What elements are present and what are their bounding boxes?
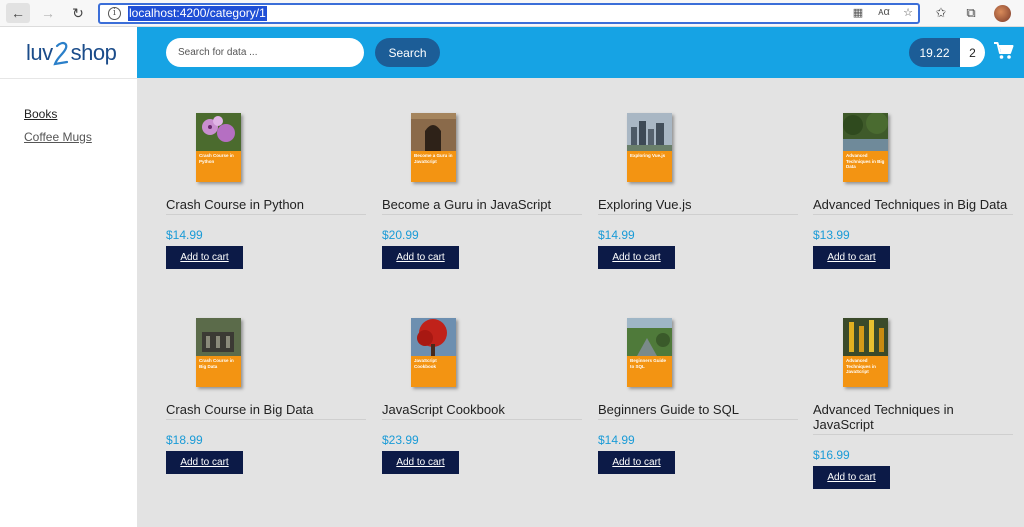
book-cover-image[interactable]: JavaScript Cookbook: [411, 318, 456, 387]
luv2shop-logo[interactable]: luv shop: [26, 38, 117, 68]
cover-title: Crash Course in Big Data: [199, 358, 234, 369]
divider: [382, 214, 582, 215]
collections-icon[interactable]: ⧉: [962, 5, 980, 21]
address-bar[interactable]: i localhost:4200/category/1 ▦ ᴀα ☆: [98, 3, 920, 24]
info-icon[interactable]: i: [108, 7, 121, 20]
add-favorite-icon[interactable]: ☆: [900, 6, 916, 19]
product-name[interactable]: Crash Course in Big Data: [166, 402, 366, 417]
add-to-cart-button[interactable]: Add to cart: [382, 451, 459, 474]
cover-title: Exploring Vue.js: [630, 153, 666, 158]
logo-text-right: shop: [70, 40, 117, 65]
product-price: $13.99: [813, 228, 850, 242]
favorites-icon[interactable]: ✩: [932, 5, 950, 21]
product-price: $23.99: [382, 433, 419, 447]
forward-arrow-icon[interactable]: →: [36, 3, 60, 23]
reload-icon[interactable]: ↻: [66, 3, 90, 23]
header-bar: Search 19.22 2: [137, 27, 1024, 78]
book-cover-image[interactable]: Exploring Vue.js: [627, 113, 672, 182]
search-input[interactable]: [166, 38, 364, 67]
product-name[interactable]: Crash Course in Python: [166, 197, 366, 212]
book-cover-image[interactable]: Beginners Guide to SQL: [627, 318, 672, 387]
logo-text-left: luv: [26, 40, 53, 65]
cover-photo-archway: [411, 113, 456, 151]
cover-photo-city: [627, 113, 672, 151]
qr-code-icon[interactable]: ▦: [850, 6, 866, 19]
product-name[interactable]: Exploring Vue.js: [598, 197, 798, 212]
product-name[interactable]: Beginners Guide to SQL: [598, 402, 798, 417]
cover-title: Beginners Guide to SQL: [630, 358, 667, 369]
cover-photo-ruins: [196, 318, 241, 356]
product-name[interactable]: Advanced Techniques in JavaScript: [813, 402, 1013, 432]
cover-photo-yellow-flowers: [843, 318, 888, 356]
product-grid: Crash Course in Python Crash Course in P…: [137, 78, 1024, 527]
cover-title: Crash Course in Python: [199, 153, 234, 164]
category-link-books[interactable]: Books: [24, 107, 57, 121]
product-price: $14.99: [598, 228, 635, 242]
add-to-cart-button[interactable]: Add to cart: [166, 246, 243, 269]
divider: [598, 214, 798, 215]
book-cover-image[interactable]: Crash Course in Big Data: [196, 318, 241, 387]
add-to-cart-button[interactable]: Add to cart: [598, 246, 675, 269]
cover-photo-forest: [843, 113, 888, 151]
cover-photo-landscape: [627, 318, 672, 356]
divider: [813, 434, 1013, 435]
add-to-cart-button[interactable]: Add to cart: [598, 451, 675, 474]
cover-title: JavaScript Cookbook: [414, 358, 437, 369]
book-cover-image[interactable]: Become a Guru in JavaScript: [411, 113, 456, 182]
book-cover-image[interactable]: Advanced Techniques in JavaScript: [843, 318, 888, 387]
cart-status[interactable]: 19.22 2: [909, 38, 985, 67]
profile-avatar[interactable]: [994, 5, 1011, 22]
divider: [382, 419, 582, 420]
book-cover-image[interactable]: Advanced Techniques in Big Data: [843, 113, 888, 182]
cart-total-price: 19.22: [909, 38, 960, 67]
read-aloud-icon[interactable]: ᴀα: [876, 6, 892, 18]
cover-title: Advanced Techniques in JavaScript: [846, 358, 876, 374]
divider: [0, 78, 137, 79]
divider: [813, 214, 1013, 215]
url-text[interactable]: localhost:4200/category/1: [128, 6, 267, 21]
shopping-cart-icon[interactable]: [994, 42, 1014, 60]
logo-swoosh-icon: [53, 41, 68, 66]
product-price: $18.99: [166, 433, 203, 447]
search-button[interactable]: Search: [375, 38, 440, 67]
cover-photo-orchid: [196, 113, 241, 151]
add-to-cart-button[interactable]: Add to cart: [813, 246, 890, 269]
browser-toolbar: ← → ↻ i localhost:4200/category/1 ▦ ᴀα ☆…: [0, 0, 1024, 27]
book-cover-image[interactable]: Crash Course in Python: [196, 113, 241, 182]
add-to-cart-button[interactable]: Add to cart: [166, 451, 243, 474]
cover-photo-red-tree: [411, 318, 456, 356]
product-price: $16.99: [813, 448, 850, 462]
product-price: $14.99: [598, 433, 635, 447]
add-to-cart-button[interactable]: Add to cart: [382, 246, 459, 269]
product-name[interactable]: Become a Guru in JavaScript: [382, 197, 582, 212]
category-link-coffee-mugs[interactable]: Coffee Mugs: [24, 130, 92, 144]
product-price: $20.99: [382, 228, 419, 242]
add-to-cart-button[interactable]: Add to cart: [813, 466, 890, 489]
back-arrow-icon[interactable]: ←: [6, 3, 30, 23]
product-price: $14.99: [166, 228, 203, 242]
cover-title: Become a Guru in JavaScript: [414, 153, 453, 164]
sidebar: luv shop Books Coffee Mugs: [0, 27, 137, 527]
cart-quantity: 2: [960, 38, 985, 67]
divider: [166, 214, 366, 215]
divider: [166, 419, 366, 420]
product-name[interactable]: Advanced Techniques in Big Data: [813, 197, 1013, 212]
divider: [598, 419, 798, 420]
product-name[interactable]: JavaScript Cookbook: [382, 402, 582, 417]
cover-title: Advanced Techniques in Big Data: [846, 153, 885, 169]
